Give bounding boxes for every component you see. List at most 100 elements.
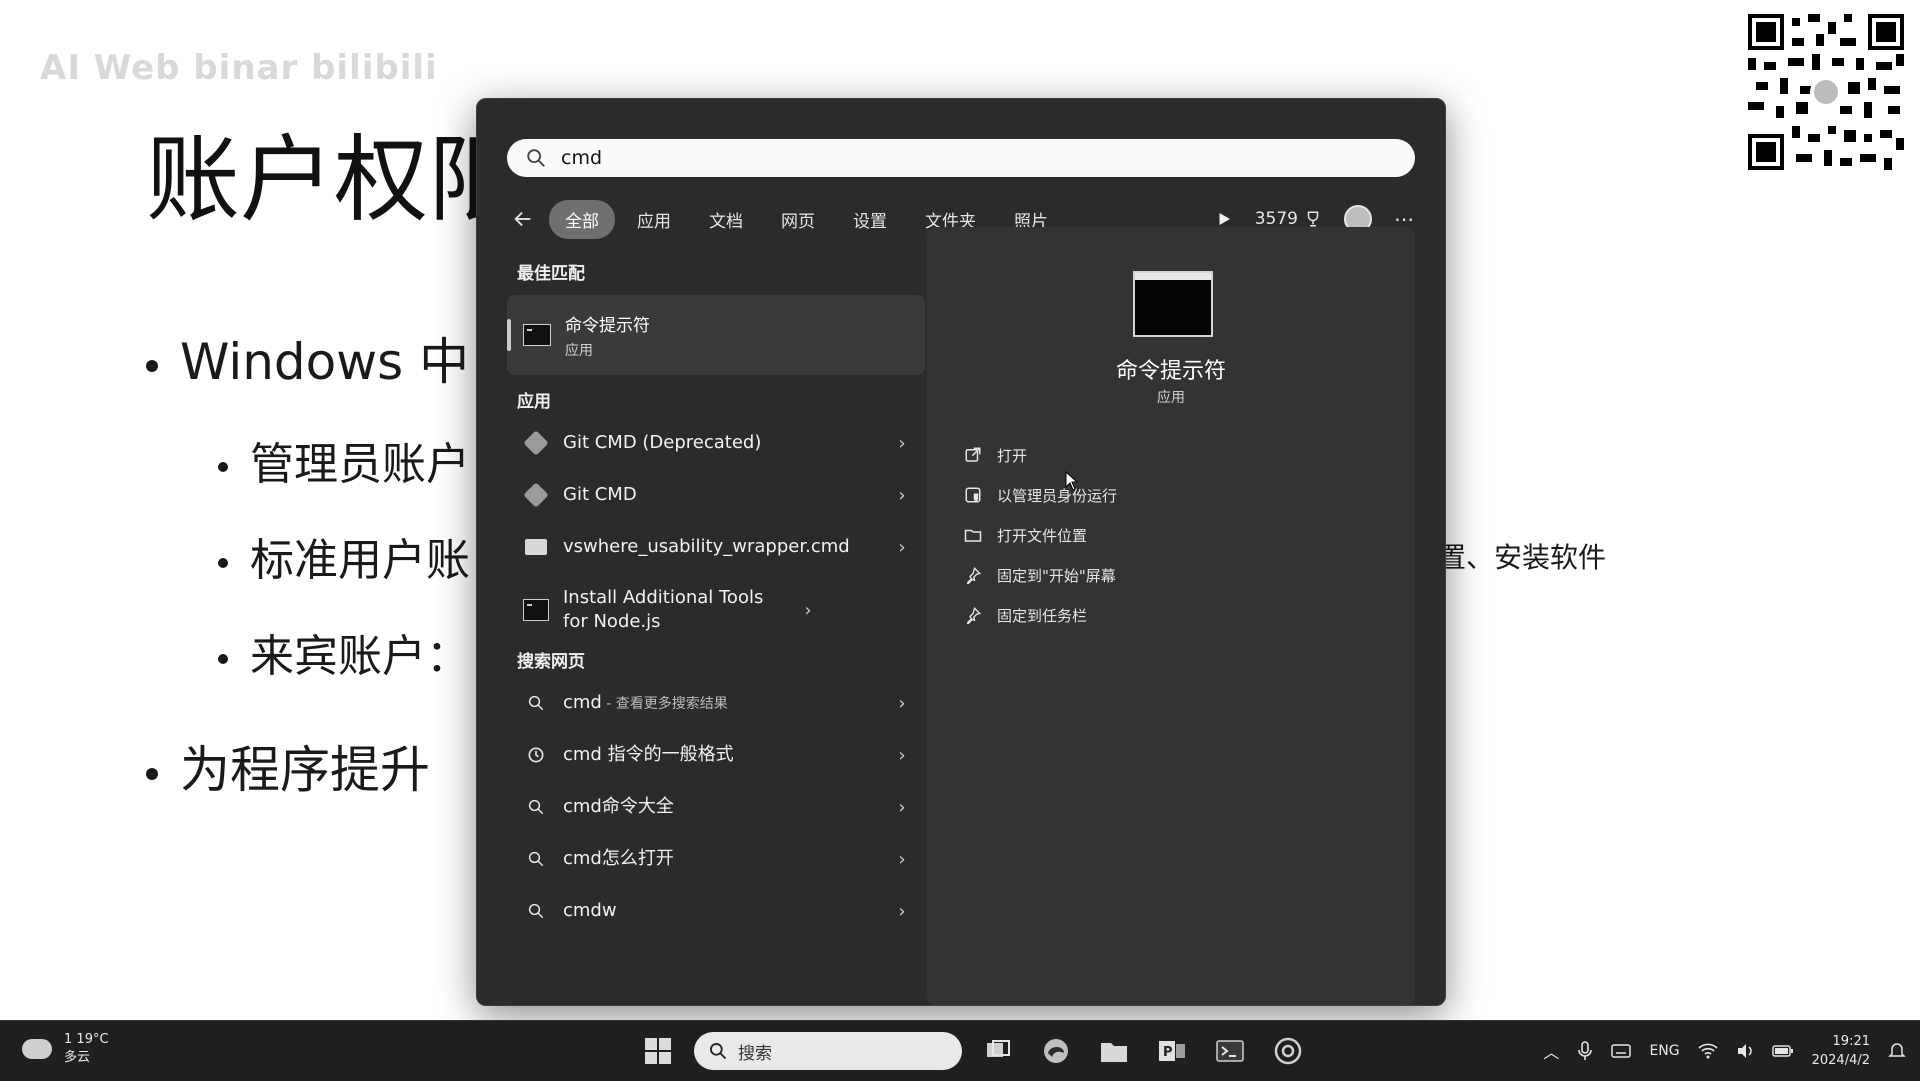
chevron-up-icon[interactable]: ︿ bbox=[1543, 1039, 1559, 1063]
tab-web[interactable]: 网页 bbox=[765, 200, 831, 239]
task-view-button[interactable] bbox=[976, 1029, 1020, 1073]
chevron-right-icon[interactable]: › bbox=[887, 433, 917, 454]
best-match-subtitle: 应用 bbox=[565, 342, 593, 359]
selection-indicator bbox=[507, 319, 511, 351]
search-input[interactable] bbox=[559, 146, 1363, 170]
git-icon bbox=[523, 430, 549, 456]
cmd-app-icon bbox=[523, 324, 551, 346]
qr-code-icon bbox=[1744, 10, 1908, 174]
chevron-right-icon[interactable]: › bbox=[887, 537, 917, 558]
watermark: AI Web binar bilibili bbox=[40, 48, 438, 88]
windows-logo-icon bbox=[645, 1038, 671, 1064]
chevron-right-icon[interactable]: › bbox=[887, 485, 917, 506]
best-match-item[interactable]: 命令提示符 应用 bbox=[507, 295, 925, 375]
slide-title: 账户权限 bbox=[146, 126, 523, 235]
weather-widget[interactable]: 1 19°C 多云 bbox=[22, 1031, 109, 1067]
search-icon bbox=[710, 1043, 727, 1060]
open-action[interactable]: 打开 bbox=[963, 435, 1117, 475]
edge-icon bbox=[1044, 1039, 1068, 1063]
svg-text:P: P bbox=[1163, 1045, 1173, 1060]
shield-run-icon bbox=[965, 487, 981, 503]
cloud-icon bbox=[22, 1039, 52, 1059]
search-icon bbox=[528, 695, 544, 711]
terminal-icon bbox=[1216, 1040, 1244, 1062]
tab-all[interactable]: 全部 bbox=[549, 199, 615, 239]
pin-to-start-action[interactable]: 固定到"开始"屏幕 bbox=[963, 555, 1117, 595]
back-button[interactable] bbox=[507, 203, 539, 235]
best-match-heading: 最佳匹配 bbox=[517, 264, 585, 284]
rewards-points[interactable]: 3579 bbox=[1255, 209, 1322, 229]
chevron-right-icon[interactable]: › bbox=[887, 797, 917, 818]
bullet-sub-item: 标准用户账 bbox=[218, 524, 470, 588]
chevron-right-icon[interactable]: › bbox=[887, 849, 917, 870]
wifi-icon[interactable] bbox=[1698, 1042, 1718, 1060]
temperature: 19°C bbox=[76, 1032, 109, 1047]
taskbar-search[interactable]: 搜索 bbox=[694, 1032, 962, 1070]
bullet-sub-item: 管理员账户 bbox=[218, 428, 470, 492]
input-language[interactable]: ENG bbox=[1649, 1043, 1679, 1059]
web-result-item[interactable]: cmd怎么打开 › bbox=[507, 833, 925, 885]
bullet-sub-item: 来宾账户： bbox=[218, 620, 470, 684]
chrome-browser-button[interactable] bbox=[1266, 1029, 1310, 1073]
tab-apps[interactable]: 应用 bbox=[621, 200, 687, 239]
chevron-right-icon[interactable]: › bbox=[793, 600, 823, 621]
list-item[interactable]: vswhere_usability_wrapper.cmd › bbox=[507, 521, 925, 573]
web-result-item[interactable]: cmdw › bbox=[507, 885, 925, 937]
file-explorer-button[interactable] bbox=[1092, 1029, 1136, 1073]
chevron-right-icon[interactable]: › bbox=[887, 901, 917, 922]
web-search-heading: 搜索网页 bbox=[517, 652, 585, 672]
list-item[interactable]: Git CMD › bbox=[507, 469, 925, 521]
edge-browser-button[interactable] bbox=[1034, 1029, 1078, 1073]
preview-pane: 命令提示符 应用 打开 以管理员身份运行 打开文件位置 固定到"开始"屏幕 固定… bbox=[927, 227, 1415, 1005]
play-icon[interactable] bbox=[1215, 210, 1233, 228]
terminal-button[interactable] bbox=[1208, 1029, 1252, 1073]
pin-icon bbox=[967, 566, 982, 584]
web-result-item[interactable]: cmd - 查看更多搜索结果 › bbox=[507, 677, 925, 729]
trophy-icon bbox=[1307, 211, 1319, 227]
git-icon bbox=[523, 482, 549, 508]
best-match-title: 命令提示符 bbox=[565, 315, 650, 336]
battery-icon[interactable] bbox=[1771, 1043, 1794, 1059]
cmd-app-icon bbox=[523, 599, 549, 621]
web-result-item[interactable]: cmd 指令的一般格式 › bbox=[507, 729, 925, 781]
clock[interactable]: 19:21 2024/4/2 bbox=[1812, 1032, 1870, 1070]
bullet-item: Windows 中 bbox=[146, 322, 469, 394]
bullet-item: 为程序提升 bbox=[146, 730, 430, 802]
taskbar-apps: 搜索 P bbox=[636, 1029, 1310, 1073]
search-box[interactable] bbox=[507, 139, 1415, 177]
powerpoint-button[interactable]: P bbox=[1150, 1029, 1194, 1073]
keyboard-icon[interactable] bbox=[1611, 1043, 1632, 1059]
action-list: 打开 以管理员身份运行 打开文件位置 固定到"开始"屏幕 固定到任务栏 bbox=[963, 435, 1117, 635]
weather-condition: 多云 bbox=[64, 1050, 91, 1065]
cmd-app-icon bbox=[1133, 271, 1213, 337]
list-item[interactable]: Install Additional Tools for Node.js › bbox=[507, 573, 925, 647]
pin-icon bbox=[967, 606, 982, 624]
apps-heading: 应用 bbox=[517, 392, 551, 412]
search-icon bbox=[528, 799, 544, 815]
task-view-icon bbox=[987, 1040, 1010, 1057]
web-result-item[interactable]: cmd命令大全 › bbox=[507, 781, 925, 833]
notification-icon[interactable] bbox=[1888, 1042, 1906, 1060]
run-as-admin-action[interactable]: 以管理员身份运行 bbox=[963, 475, 1117, 515]
mouse-cursor-icon bbox=[1065, 471, 1079, 491]
volume-icon[interactable] bbox=[1736, 1042, 1754, 1060]
search-flyout: 全部 应用 文档 网页 设置 文件夹 照片 3579 ⋯ 最佳匹配 bbox=[476, 98, 1446, 1006]
preview-subtitle: 应用 bbox=[1157, 390, 1185, 406]
search-icon bbox=[528, 903, 544, 919]
chevron-right-icon[interactable]: › bbox=[887, 693, 917, 714]
chevron-right-icon[interactable]: › bbox=[887, 745, 917, 766]
folder-icon bbox=[1101, 1043, 1127, 1062]
list-item[interactable]: Git CMD (Deprecated) › bbox=[507, 417, 925, 469]
system-tray: ︿ ENG 19:21 2024/4/2 bbox=[1543, 1021, 1906, 1081]
results-list: 最佳匹配 命令提示符 应用 应用 Git CMD (Deprecated) › … bbox=[507, 259, 925, 937]
tab-settings[interactable]: 设置 bbox=[837, 200, 903, 239]
tab-documents[interactable]: 文档 bbox=[693, 200, 759, 239]
start-button[interactable] bbox=[636, 1029, 680, 1073]
slide-text-fragment: 置、安装软件 bbox=[1438, 541, 1607, 574]
date: 2024/4/2 bbox=[1811, 1053, 1870, 1068]
microphone-icon[interactable] bbox=[1577, 1041, 1593, 1061]
open-file-location-action[interactable]: 打开文件位置 bbox=[963, 515, 1117, 555]
preview-title: 命令提示符 bbox=[1115, 359, 1226, 384]
pin-to-taskbar-action[interactable]: 固定到任务栏 bbox=[963, 595, 1117, 635]
search-icon bbox=[528, 851, 544, 867]
